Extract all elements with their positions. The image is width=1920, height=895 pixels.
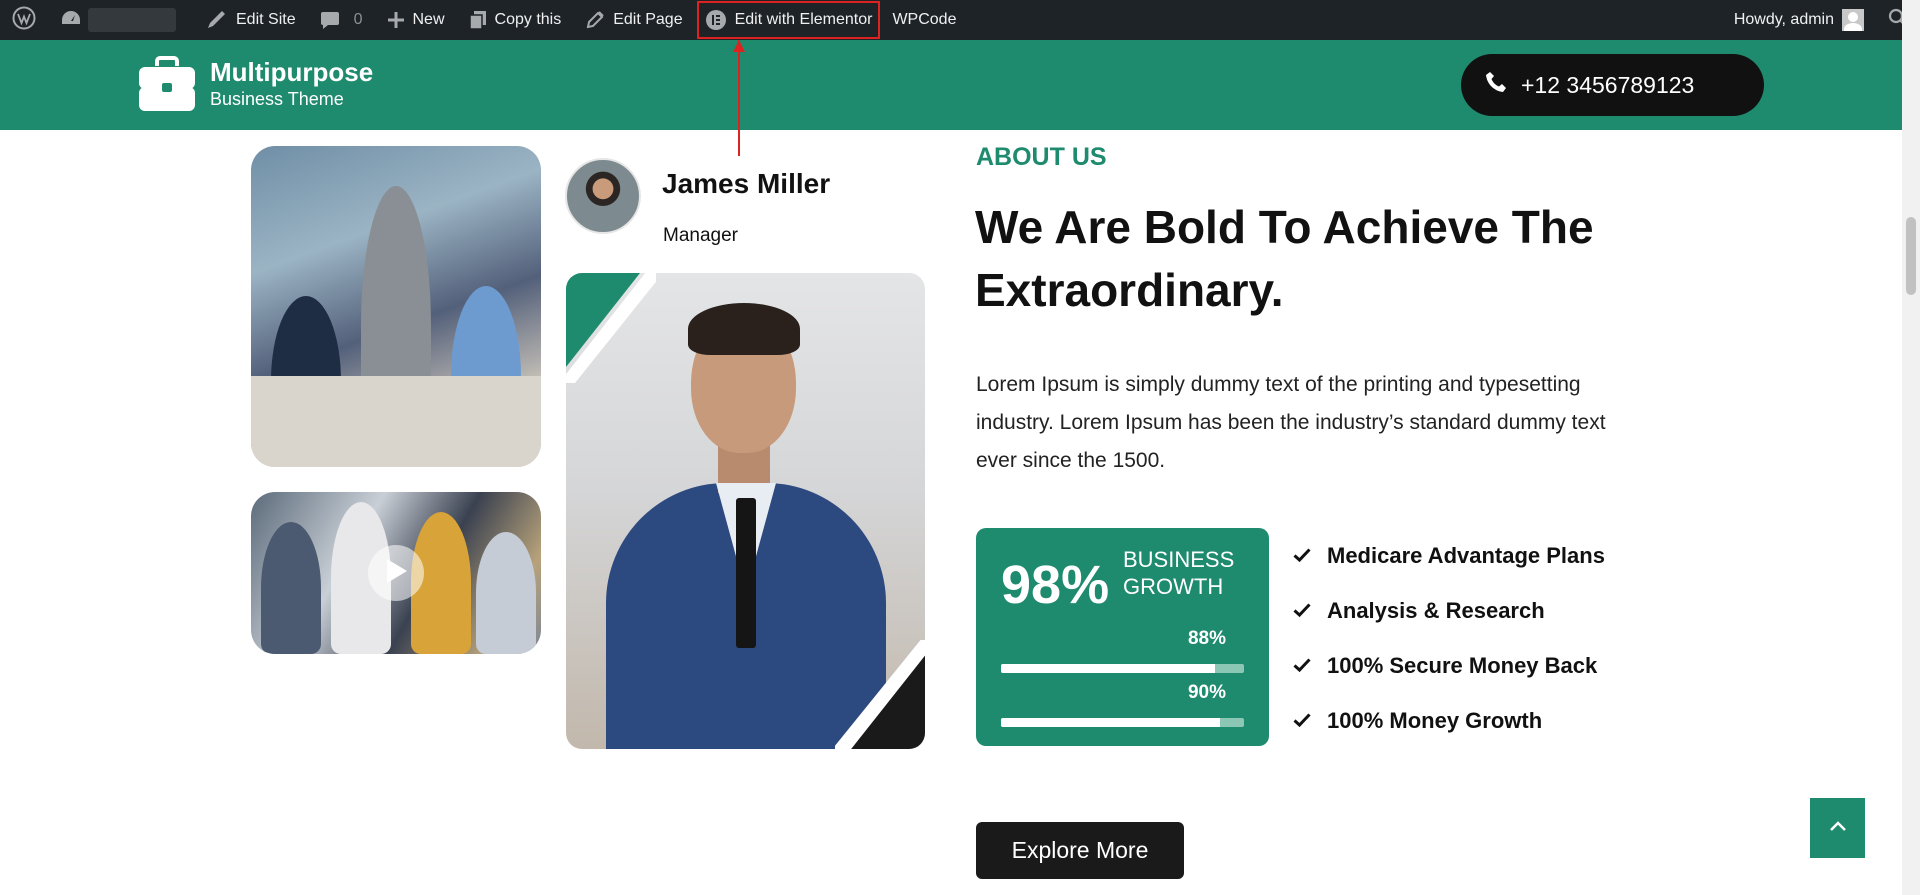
admin-avatar: [1842, 9, 1864, 31]
logo-title: Multipurpose: [210, 57, 374, 87]
office-team-image: [251, 146, 541, 467]
growth-label: BUSINESS GROWTH: [1123, 547, 1235, 599]
admin-bar: Edit Site 0 New Copy this Edit Page Edit…: [0, 0, 1920, 40]
howdy-label: Howdy, admin: [1733, 11, 1834, 28]
brush-icon: [206, 10, 228, 30]
section-title: We Are Bold To Achieve The Extraordinary…: [975, 201, 1594, 316]
wordpress-menu[interactable]: [0, 0, 48, 40]
pencil-icon: [585, 10, 605, 30]
site-name-redacted: [88, 8, 176, 32]
edit-with-elementor-label: Edit with Elementor: [734, 11, 873, 28]
edit-page-link[interactable]: Edit Page: [573, 0, 694, 40]
checklist-item-label: Analysis & Research: [1327, 597, 1545, 623]
team-member-role: Manager: [663, 225, 738, 246]
team-member-avatar: [565, 158, 641, 234]
edit-with-elementor-link[interactable]: Edit with Elementor: [696, 1, 881, 39]
edit-site-link[interactable]: Edit Site: [194, 0, 308, 40]
chevron-up-icon: [1829, 819, 1847, 837]
copy-this-link[interactable]: Copy this: [457, 0, 574, 40]
checklist-item: 100% Money Growth: [1293, 693, 1605, 748]
section-label: ABOUT US: [976, 143, 1107, 171]
scrollbar-thumb[interactable]: [1906, 217, 1916, 295]
wordpress-icon: [12, 6, 36, 35]
progress-bar-1: [1001, 664, 1244, 673]
check-icon: [1293, 653, 1327, 679]
businessman-photo: [566, 273, 925, 749]
wpcode-link[interactable]: WPCode: [880, 0, 968, 40]
phone-number: +12 3456789123: [1521, 71, 1695, 98]
briefcase-icon: [138, 56, 196, 112]
dashboard-icon: [60, 8, 82, 33]
meeting-video-thumbnail[interactable]: [251, 492, 541, 654]
check-icon: [1293, 598, 1327, 624]
site-logo[interactable]: Multipurpose Business Theme: [138, 56, 373, 112]
team-member-name: James Miller: [662, 168, 831, 199]
progress-fill-1: [1001, 664, 1215, 673]
checklist-item-label: 100% Money Growth: [1327, 707, 1543, 733]
plus-icon: [387, 11, 405, 29]
checklist-item: Analysis & Research: [1293, 583, 1605, 638]
page-scrollbar[interactable]: [1902, 0, 1920, 895]
section-description: Lorem Ipsum is simply dummy text of the …: [976, 373, 1606, 472]
comments-count: 0: [353, 11, 363, 28]
new-label: New: [412, 11, 445, 28]
edit-site-label: Edit Site: [236, 11, 296, 28]
copy-this-label: Copy this: [494, 11, 562, 28]
progress-value-2: 90%: [1187, 682, 1226, 703]
explore-more-button[interactable]: Explore More: [976, 822, 1184, 879]
edit-page-label: Edit Page: [613, 11, 683, 28]
phone-icon: [1485, 71, 1521, 99]
phone-button[interactable]: +12 3456789123: [1461, 54, 1764, 116]
site-menu[interactable]: [48, 0, 194, 40]
checklist-item-label: Medicare Advantage Plans: [1327, 542, 1605, 568]
new-content-link[interactable]: New: [375, 0, 457, 40]
site-header: Multipurpose Business Theme +12 34567891…: [0, 40, 1902, 130]
growth-percent: 98%: [1001, 555, 1110, 615]
annotation-arrow-head: [733, 40, 745, 52]
annotation-arrow-line: [738, 40, 740, 156]
progress-fill-2: [1001, 718, 1220, 727]
checklist-item-label: 100% Secure Money Back: [1327, 652, 1598, 678]
logo-subtitle: Business Theme: [210, 89, 344, 109]
wpcode-label: WPCode: [892, 11, 957, 28]
checklist-item: Medicare Advantage Plans: [1293, 528, 1605, 583]
my-account-menu[interactable]: Howdy, admin: [1722, 0, 1876, 40]
comments-link[interactable]: 0: [308, 0, 375, 40]
play-button[interactable]: [368, 545, 424, 601]
check-icon: [1293, 543, 1327, 569]
business-growth-card: 98% BUSINESS GROWTH 88% 90%: [976, 528, 1269, 746]
check-icon: [1293, 708, 1327, 734]
progress-bar-2: [1001, 718, 1244, 727]
progress-value-1: 88%: [1187, 628, 1226, 649]
feature-checklist: Medicare Advantage Plans Analysis & Rese…: [1293, 528, 1605, 748]
checklist-item: 100% Secure Money Back: [1293, 638, 1605, 693]
copy-icon: [468, 10, 487, 30]
elementor-icon: [705, 9, 727, 31]
play-icon: [383, 557, 409, 590]
scroll-to-top-button[interactable]: [1810, 798, 1865, 858]
comment-icon: [320, 10, 340, 30]
